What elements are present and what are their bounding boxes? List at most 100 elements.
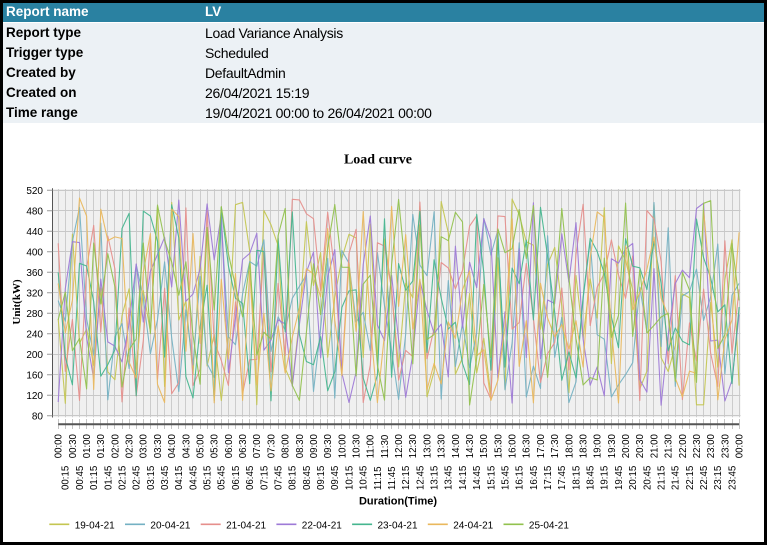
svg-text:06:45: 06:45 — [245, 466, 256, 490]
svg-text:11:45: 11:45 — [387, 466, 398, 490]
svg-text:08:15: 08:15 — [288, 466, 299, 490]
svg-text:02:45: 02:45 — [132, 466, 143, 490]
svg-text:13:30: 13:30 — [437, 433, 448, 458]
svg-text:19:15: 19:15 — [600, 466, 611, 490]
svg-text:18:00: 18:00 — [564, 433, 575, 458]
svg-text:15:00: 15:00 — [479, 433, 490, 458]
svg-text:23:00: 23:00 — [706, 433, 717, 458]
svg-text:12:15: 12:15 — [401, 466, 412, 490]
svg-text:11:30: 11:30 — [380, 434, 391, 458]
svg-text:18:30: 18:30 — [578, 433, 589, 458]
svg-text:20:15: 20:15 — [628, 466, 639, 490]
svg-text:320: 320 — [26, 288, 43, 299]
svg-text:03:00: 03:00 — [139, 433, 150, 458]
svg-text:22:45: 22:45 — [699, 466, 710, 490]
svg-text:01:15: 01:15 — [89, 466, 100, 490]
svg-text:16:15: 16:15 — [515, 466, 526, 490]
svg-text:120: 120 — [26, 391, 43, 402]
svg-text:09:30: 09:30 — [323, 433, 334, 458]
svg-text:23:15: 23:15 — [713, 466, 724, 490]
svg-text:Load curve: Load curve — [344, 153, 412, 168]
svg-text:21:00: 21:00 — [649, 433, 660, 458]
svg-text:03:15: 03:15 — [146, 466, 157, 490]
svg-text:22:00: 22:00 — [678, 433, 689, 458]
svg-text:24-04-21: 24-04-21 — [453, 520, 493, 531]
svg-text:09:00: 09:00 — [309, 433, 320, 458]
svg-text:23-04-21: 23-04-21 — [378, 520, 418, 531]
svg-text:16:30: 16:30 — [522, 433, 533, 458]
svg-text:19-04-21: 19-04-21 — [75, 520, 115, 531]
svg-text:07:45: 07:45 — [273, 466, 284, 490]
svg-text:06:15: 06:15 — [231, 466, 242, 490]
svg-text:04:00: 04:00 — [167, 433, 178, 458]
svg-text:11:00: 11:00 — [366, 434, 377, 458]
svg-text:13:15: 13:15 — [430, 466, 441, 490]
svg-text:20:00: 20:00 — [621, 433, 632, 458]
svg-text:05:45: 05:45 — [217, 466, 228, 490]
svg-text:14:00: 14:00 — [451, 433, 462, 458]
svg-text:10:30: 10:30 — [351, 433, 362, 458]
svg-text:440: 440 — [26, 227, 43, 238]
svg-text:09:45: 09:45 — [330, 466, 341, 490]
svg-text:04:30: 04:30 — [181, 433, 192, 458]
svg-text:12:30: 12:30 — [408, 433, 419, 458]
svg-text:14:15: 14:15 — [458, 466, 469, 490]
svg-text:10:00: 10:00 — [337, 433, 348, 458]
svg-text:80: 80 — [32, 411, 44, 422]
svg-text:13:45: 13:45 — [444, 466, 455, 490]
svg-text:14:30: 14:30 — [465, 433, 476, 458]
svg-text:22-04-21: 22-04-21 — [302, 520, 342, 531]
svg-text:16:00: 16:00 — [508, 433, 519, 458]
svg-text:17:15: 17:15 — [543, 466, 554, 490]
svg-text:07:30: 07:30 — [266, 433, 277, 458]
svg-text:11:15: 11:15 — [373, 466, 384, 490]
svg-text:200: 200 — [26, 350, 43, 361]
svg-text:13:00: 13:00 — [422, 433, 433, 458]
svg-text:06:00: 06:00 — [224, 433, 235, 458]
svg-text:10:45: 10:45 — [359, 466, 370, 490]
svg-text:00:30: 00:30 — [68, 433, 79, 458]
svg-text:00:15: 00:15 — [61, 466, 72, 490]
svg-text:04:45: 04:45 — [188, 466, 199, 490]
svg-text:17:30: 17:30 — [550, 433, 561, 458]
svg-text:21-04-21: 21-04-21 — [226, 520, 266, 531]
svg-text:01:00: 01:00 — [82, 433, 93, 458]
svg-text:15:45: 15:45 — [500, 466, 511, 490]
svg-text:360: 360 — [26, 268, 43, 279]
svg-text:12:00: 12:00 — [394, 433, 405, 458]
svg-text:00:00: 00:00 — [54, 433, 65, 458]
svg-text:20-04-21: 20-04-21 — [150, 520, 190, 531]
svg-text:20:45: 20:45 — [642, 466, 653, 490]
svg-text:25-04-21: 25-04-21 — [529, 520, 569, 531]
svg-text:02:30: 02:30 — [125, 433, 136, 458]
svg-text:18:15: 18:15 — [571, 466, 582, 490]
svg-text:07:00: 07:00 — [252, 433, 263, 458]
svg-text:16:45: 16:45 — [529, 466, 540, 490]
svg-text:18:45: 18:45 — [586, 466, 597, 490]
svg-text:21:45: 21:45 — [671, 466, 682, 490]
svg-text:19:30: 19:30 — [607, 433, 618, 458]
svg-text:06:30: 06:30 — [238, 433, 249, 458]
svg-text:Duration(Time): Duration(Time) — [359, 496, 437, 508]
svg-text:05:15: 05:15 — [203, 466, 214, 490]
svg-text:22:30: 22:30 — [692, 433, 703, 458]
svg-text:01:45: 01:45 — [103, 466, 114, 490]
svg-text:08:30: 08:30 — [295, 433, 306, 458]
svg-text:00:00: 00:00 — [735, 433, 746, 458]
svg-text:15:15: 15:15 — [486, 466, 497, 490]
svg-text:520: 520 — [26, 186, 43, 197]
svg-text:07:15: 07:15 — [259, 466, 270, 490]
svg-text:Unit(kW): Unit(kW) — [11, 279, 23, 325]
svg-text:03:45: 03:45 — [160, 466, 171, 490]
svg-text:280: 280 — [26, 309, 43, 320]
svg-text:14:45: 14:45 — [472, 466, 483, 490]
svg-text:01:30: 01:30 — [96, 433, 107, 458]
svg-text:20:30: 20:30 — [635, 433, 646, 458]
svg-text:23:30: 23:30 — [720, 433, 731, 458]
svg-text:17:00: 17:00 — [536, 433, 547, 458]
svg-text:17:45: 17:45 — [557, 466, 568, 490]
svg-text:23:45: 23:45 — [727, 466, 738, 490]
svg-text:19:00: 19:00 — [593, 433, 604, 458]
svg-text:21:30: 21:30 — [664, 433, 675, 458]
svg-text:04:15: 04:15 — [174, 466, 185, 490]
